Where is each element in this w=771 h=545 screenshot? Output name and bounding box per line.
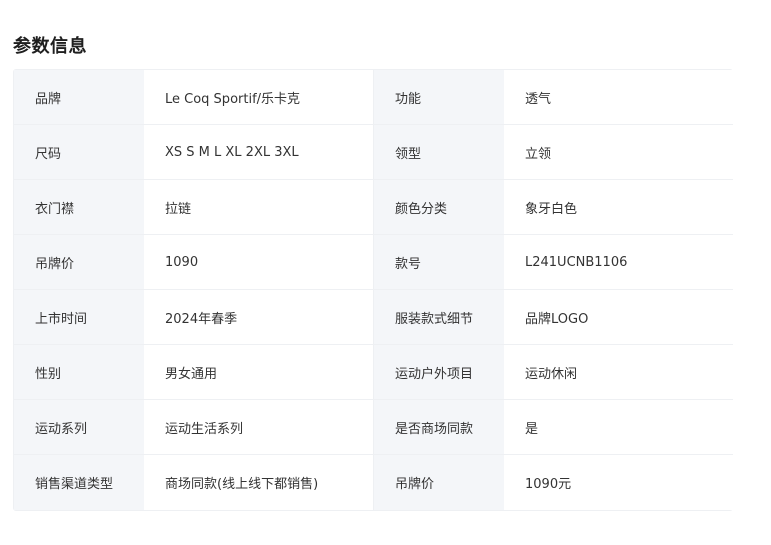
param-label: 衣门襟 <box>14 180 144 234</box>
table-row: 尺码 XS S M L XL 2XL 3XL 领型 立领 <box>14 125 734 180</box>
param-value: 2024年春季 <box>144 290 374 344</box>
param-label: 性别 <box>14 345 144 399</box>
param-label: 颜色分类 <box>374 180 504 234</box>
param-label: 功能 <box>374 70 504 124</box>
param-label: 销售渠道类型 <box>14 455 144 510</box>
param-value: 1090 <box>144 235 374 289</box>
param-label: 是否商场同款 <box>374 400 504 454</box>
param-label: 尺码 <box>14 125 144 179</box>
table-row: 吊牌价 1090 款号 L241UCNB1106 <box>14 235 734 290</box>
param-value: 1090元 <box>504 455 734 510</box>
param-value: L241UCNB1106 <box>504 235 734 289</box>
table-row: 性别 男女通用 运动户外项目 运动休闲 <box>14 345 734 400</box>
param-value: 透气 <box>504 70 734 124</box>
param-value: XS S M L XL 2XL 3XL <box>144 125 374 179</box>
param-value: 商场同款(线上线下都销售) <box>144 455 374 510</box>
table-row: 销售渠道类型 商场同款(线上线下都销售) 吊牌价 1090元 <box>14 455 734 510</box>
param-label: 品牌 <box>14 70 144 124</box>
param-label: 运动系列 <box>14 400 144 454</box>
param-label: 吊牌价 <box>14 235 144 289</box>
param-label: 上市时间 <box>14 290 144 344</box>
param-value: 象牙白色 <box>504 180 734 234</box>
param-value: 品牌LOGO <box>504 290 734 344</box>
table-row: 衣门襟 拉链 颜色分类 象牙白色 <box>14 180 734 235</box>
table-row: 上市时间 2024年春季 服装款式细节 品牌LOGO <box>14 290 734 345</box>
param-value: 运动生活系列 <box>144 400 374 454</box>
param-label: 款号 <box>374 235 504 289</box>
param-value: 是 <box>504 400 734 454</box>
param-label: 吊牌价 <box>374 455 504 510</box>
table-row: 品牌 Le Coq Sportif/乐卡克 功能 透气 <box>14 70 734 125</box>
param-value: 男女通用 <box>144 345 374 399</box>
param-label: 运动户外项目 <box>374 345 504 399</box>
param-label: 服装款式细节 <box>374 290 504 344</box>
param-label: 领型 <box>374 125 504 179</box>
param-value: Le Coq Sportif/乐卡克 <box>144 70 374 124</box>
param-value: 运动休闲 <box>504 345 734 399</box>
parameters-table: 品牌 Le Coq Sportif/乐卡克 功能 透气 尺码 XS S M L … <box>13 69 734 511</box>
param-value: 立领 <box>504 125 734 179</box>
section-title: 参数信息 <box>13 36 87 57</box>
table-row: 运动系列 运动生活系列 是否商场同款 是 <box>14 400 734 455</box>
param-value: 拉链 <box>144 180 374 234</box>
product-parameters-panel: 参数信息 品牌 Le Coq Sportif/乐卡克 功能 透气 尺码 XS S… <box>0 0 771 545</box>
